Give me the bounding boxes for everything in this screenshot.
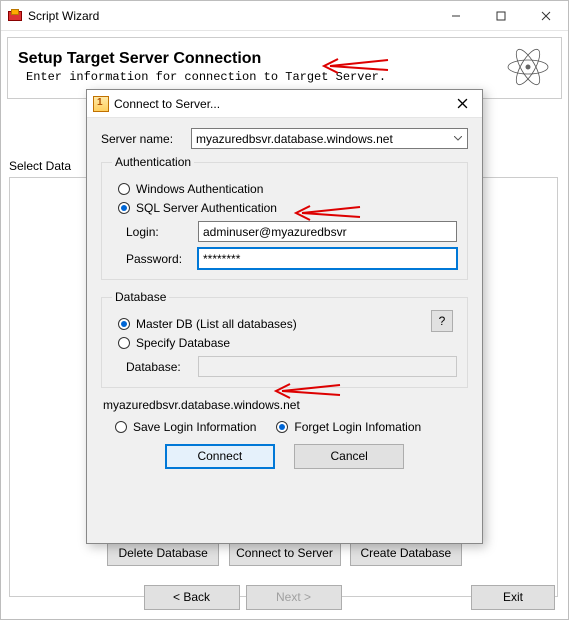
windows-auth-radio[interactable]: Windows Authentication [118, 182, 457, 196]
maximize-button[interactable] [478, 1, 523, 30]
annotation-arrow-icon [270, 379, 344, 404]
connect-dialog: Connect to Server... Server name: myazur… [86, 89, 483, 544]
server-name-value: myazuredbsvr.database.windows.net [196, 132, 393, 146]
forget-login-radio[interactable]: Forget Login Infomation [276, 420, 421, 434]
annotation-arrow-icon [290, 201, 364, 226]
back-button[interactable]: < Back [144, 585, 240, 610]
wizard-nav: < Back Next > Exit [0, 585, 569, 610]
help-button[interactable]: ? [431, 310, 453, 332]
connect-button[interactable]: Connect [165, 444, 275, 469]
login-label: Login: [126, 225, 198, 239]
cancel-button[interactable]: Cancel [294, 444, 404, 469]
delete-database-button[interactable]: Delete Database [107, 541, 219, 566]
create-database-button[interactable]: Create Database [350, 541, 462, 566]
window-title: Script Wizard [28, 9, 433, 23]
exit-button[interactable]: Exit [471, 585, 555, 610]
authentication-legend: Authentication [112, 155, 194, 169]
password-input[interactable] [198, 248, 457, 269]
sql-auth-radio[interactable]: SQL Server Authentication [118, 201, 457, 215]
close-button[interactable] [523, 1, 568, 30]
dialog-title-bar: Connect to Server... [87, 90, 482, 118]
save-login-radio[interactable]: Save Login Information [115, 420, 256, 434]
master-db-label: Master DB (List all databases) [136, 317, 297, 331]
radio-icon [118, 202, 130, 214]
password-label: Password: [126, 252, 198, 266]
atom-logo-icon [505, 44, 551, 90]
radio-icon [118, 337, 130, 349]
title-bar: Script Wizard [1, 1, 568, 31]
radio-icon [115, 421, 127, 433]
radio-icon [276, 421, 288, 433]
db-action-bar: Delete Database Connect to Server Create… [0, 541, 569, 566]
specify-db-label: Specify Database [136, 336, 230, 350]
save-login-label: Save Login Information [133, 420, 256, 434]
server-name-combo[interactable]: myazuredbsvr.database.windows.net [191, 128, 468, 149]
master-db-radio[interactable]: Master DB (List all databases) [118, 317, 457, 331]
database-group: Database ? Master DB (List all databases… [101, 290, 468, 388]
forget-login-label: Forget Login Infomation [294, 420, 421, 434]
app-icon [7, 8, 23, 24]
chevron-down-icon [450, 131, 465, 146]
radio-icon [118, 183, 130, 195]
sql-auth-label: SQL Server Authentication [136, 201, 277, 215]
dialog-icon [93, 96, 109, 112]
dialog-close-button[interactable] [442, 90, 482, 118]
dialog-title: Connect to Server... [114, 97, 442, 111]
select-data-label: Select Data [9, 159, 89, 173]
authentication-group: Authentication Windows Authentication SQ… [101, 155, 468, 280]
database-label: Database: [126, 360, 198, 374]
minimize-button[interactable] [433, 1, 478, 30]
connect-to-server-button[interactable]: Connect to Server [229, 541, 341, 566]
database-legend: Database [112, 290, 169, 304]
specify-db-radio[interactable]: Specify Database [118, 336, 457, 350]
server-name-label: Server name: [101, 132, 191, 146]
next-button: Next > [246, 585, 342, 610]
page-subtitle: Enter information for connection to Targ… [26, 70, 505, 84]
windows-auth-label: Windows Authentication [136, 182, 263, 196]
database-input [198, 356, 457, 377]
page-title: Setup Target Server Connection [18, 50, 505, 68]
radio-icon [118, 318, 130, 330]
annotation-arrow-icon [318, 54, 392, 79]
